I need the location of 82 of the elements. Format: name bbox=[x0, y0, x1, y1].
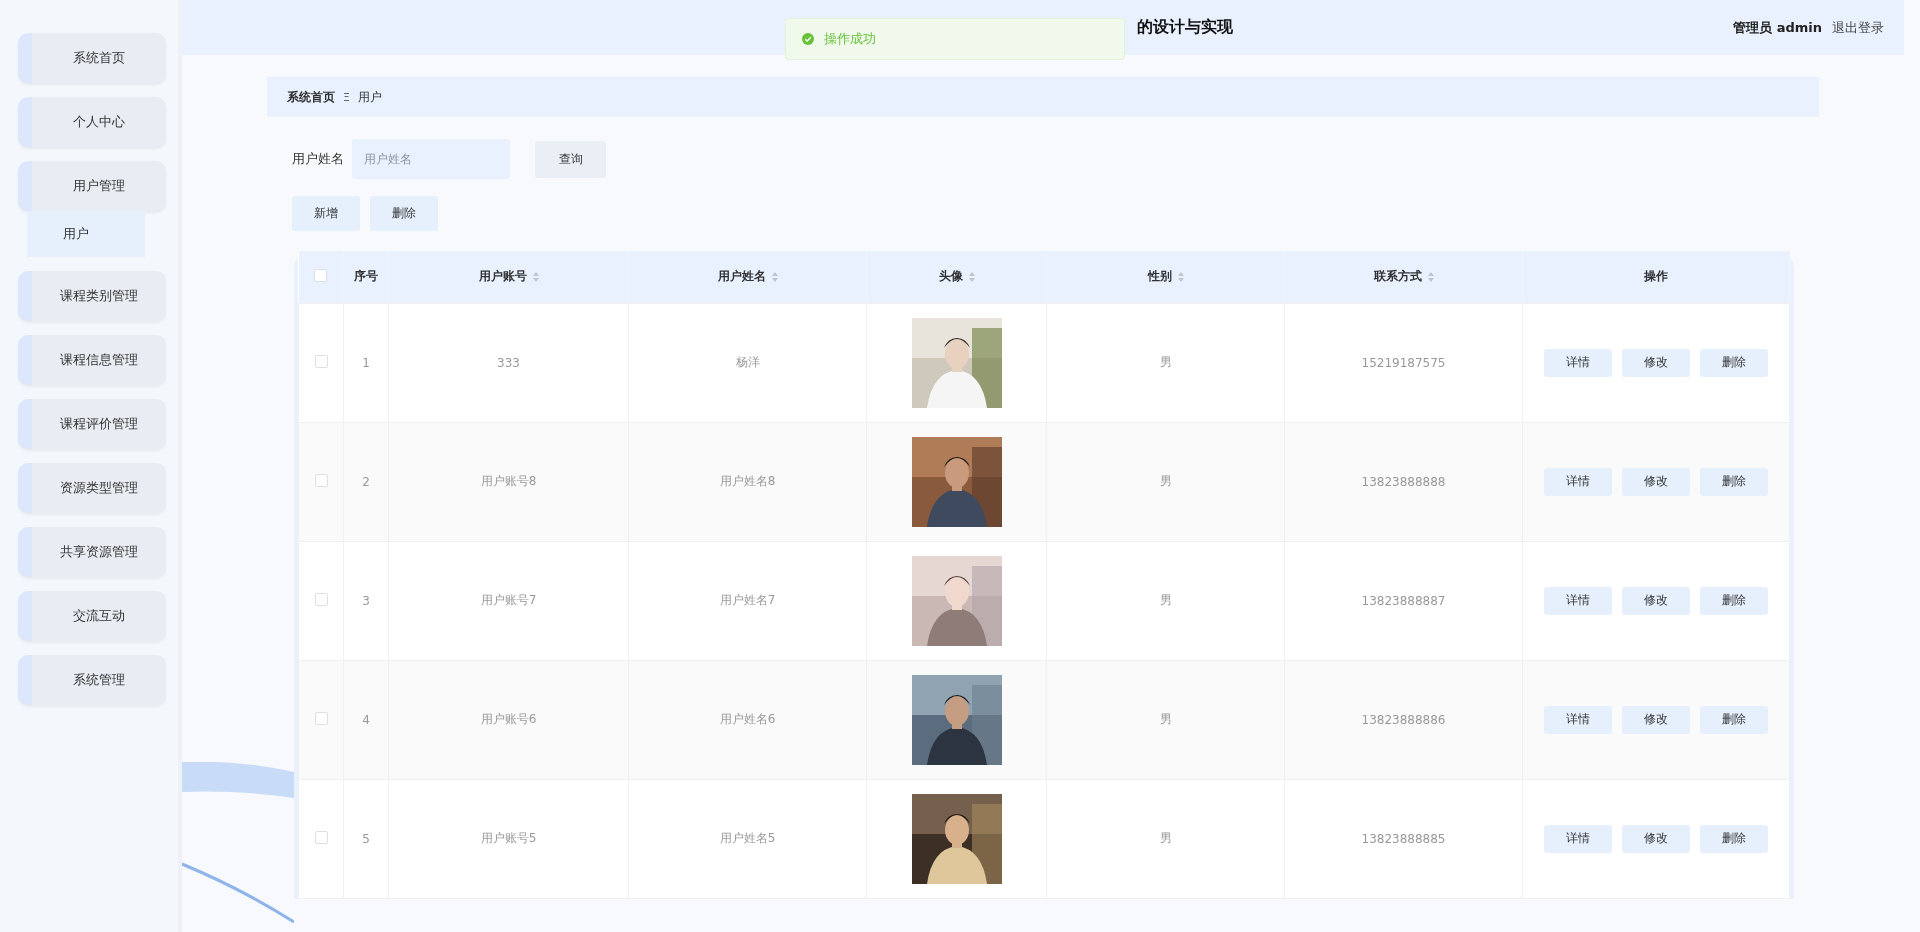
table-cell: 13823888886 bbox=[1361, 712, 1446, 727]
sidebar-item[interactable]: 课程评价管理 bbox=[18, 399, 166, 449]
sidebar-item[interactable]: 共享资源管理 bbox=[18, 527, 166, 577]
table-cell: 15219187575 bbox=[1361, 355, 1446, 370]
table-cell: 用户账号8 bbox=[480, 474, 537, 488]
edit-button[interactable]: 修改 bbox=[1622, 824, 1690, 853]
column-header[interactable]: 头像 bbox=[866, 251, 1047, 303]
sidebar-item[interactable]: 系统首页 bbox=[18, 33, 166, 83]
sidebar-item[interactable]: 资源类型管理 bbox=[18, 463, 166, 513]
table-cell: 用户姓名8 bbox=[719, 474, 776, 488]
sidebar-item[interactable]: 系统管理 bbox=[18, 655, 166, 705]
table-cell: 用户账号7 bbox=[480, 593, 537, 607]
table-cell: 用户账号6 bbox=[480, 712, 537, 726]
table-cell: 13823888888 bbox=[1361, 474, 1446, 489]
user-label: 管理员 admin bbox=[1733, 18, 1822, 37]
table-cell: 杨洋 bbox=[735, 355, 760, 369]
table-cell: 5 bbox=[362, 831, 370, 846]
sort-icon[interactable] bbox=[771, 271, 778, 282]
sidebar-subitem[interactable]: 用户 bbox=[27, 211, 145, 257]
breadcrumb-link[interactable]: 系统首页 bbox=[287, 88, 335, 106]
breadcrumb-separator: Ξ bbox=[343, 90, 350, 104]
table-cell: 3 bbox=[362, 593, 370, 608]
delete-button[interactable]: 删除 bbox=[1700, 467, 1768, 496]
delete-button[interactable]: 删除 bbox=[1700, 348, 1768, 377]
table-cell: 13823888887 bbox=[1361, 593, 1446, 608]
column-header[interactable]: 性别 bbox=[1046, 251, 1285, 303]
search-button[interactable]: 查询 bbox=[535, 140, 606, 178]
table-cell: 用户姓名7 bbox=[719, 593, 776, 607]
column-header[interactable]: 用户账号 bbox=[388, 251, 629, 303]
sidebar-item[interactable]: 个人中心 bbox=[18, 97, 166, 147]
details-button[interactable]: 详情 bbox=[1544, 467, 1612, 496]
table-cell: 男 bbox=[1159, 474, 1172, 488]
table-cell: 2 bbox=[362, 474, 370, 489]
table-cell: 用户姓名6 bbox=[719, 712, 776, 726]
search-field[interactable]: 用户姓名 bbox=[352, 139, 510, 179]
sidebar-item[interactable]: 交流互动 bbox=[18, 591, 166, 641]
table-cell: 男 bbox=[1159, 593, 1172, 607]
table-cell: 333 bbox=[497, 355, 520, 370]
table-cell: 用户账号5 bbox=[480, 831, 537, 845]
edit-button[interactable]: 修改 bbox=[1622, 705, 1690, 734]
details-button[interactable]: 详情 bbox=[1544, 586, 1612, 615]
logout-link[interactable]: 退出登录 bbox=[1832, 18, 1884, 37]
details-button[interactable]: 详情 bbox=[1544, 824, 1612, 853]
sort-icon[interactable] bbox=[532, 271, 539, 282]
column-header[interactable]: 联系方式 bbox=[1284, 251, 1523, 303]
edit-button[interactable]: 修改 bbox=[1622, 348, 1690, 377]
edit-button[interactable]: 修改 bbox=[1622, 586, 1690, 615]
column-header: 序号 bbox=[343, 251, 389, 303]
sidebar-item[interactable]: 课程信息管理 bbox=[18, 335, 166, 385]
sort-icon[interactable] bbox=[1177, 271, 1184, 282]
row-checkbox[interactable] bbox=[314, 830, 328, 844]
select-all-checkbox[interactable] bbox=[314, 268, 328, 282]
row-checkbox[interactable] bbox=[314, 473, 328, 487]
sidebar-item[interactable]: 用户管理 bbox=[18, 161, 166, 211]
details-button[interactable]: 详情 bbox=[1544, 705, 1612, 734]
column-header[interactable]: 用户姓名 bbox=[628, 251, 867, 303]
table-cell: 男 bbox=[1159, 355, 1172, 369]
sort-icon[interactable] bbox=[1427, 271, 1434, 282]
sort-icon[interactable] bbox=[968, 271, 975, 282]
row-checkbox[interactable] bbox=[314, 711, 328, 725]
breadcrumb-current: 用户 bbox=[357, 88, 382, 106]
add-button[interactable]: 新增 bbox=[292, 196, 360, 231]
delete-button[interactable]: 删除 bbox=[1700, 586, 1768, 615]
delete-button[interactable]: 删除 bbox=[370, 196, 438, 231]
toast-message: 操作成功 bbox=[824, 30, 876, 48]
table-cell: 1 bbox=[362, 355, 370, 370]
edit-button[interactable]: 修改 bbox=[1622, 467, 1690, 496]
row-checkbox[interactable] bbox=[314, 354, 328, 368]
row-checkbox[interactable] bbox=[314, 592, 328, 606]
check-circle-icon bbox=[802, 33, 814, 45]
details-button[interactable]: 详情 bbox=[1544, 348, 1612, 377]
table-cell: 用户姓名5 bbox=[719, 831, 776, 845]
table-cell: 男 bbox=[1159, 712, 1172, 726]
delete-button[interactable]: 删除 bbox=[1700, 705, 1768, 734]
table-cell: 13823888885 bbox=[1361, 831, 1446, 846]
table-cell: 男 bbox=[1159, 831, 1172, 845]
delete-button[interactable]: 删除 bbox=[1700, 824, 1768, 853]
table-cell: 4 bbox=[362, 712, 370, 727]
site-title: 的设计与实现 bbox=[1136, 17, 1234, 38]
sidebar-item[interactable]: 课程类别管理 bbox=[18, 271, 166, 321]
column-header: 操作 bbox=[1522, 251, 1790, 303]
search-label: 用户姓名 bbox=[292, 150, 344, 168]
